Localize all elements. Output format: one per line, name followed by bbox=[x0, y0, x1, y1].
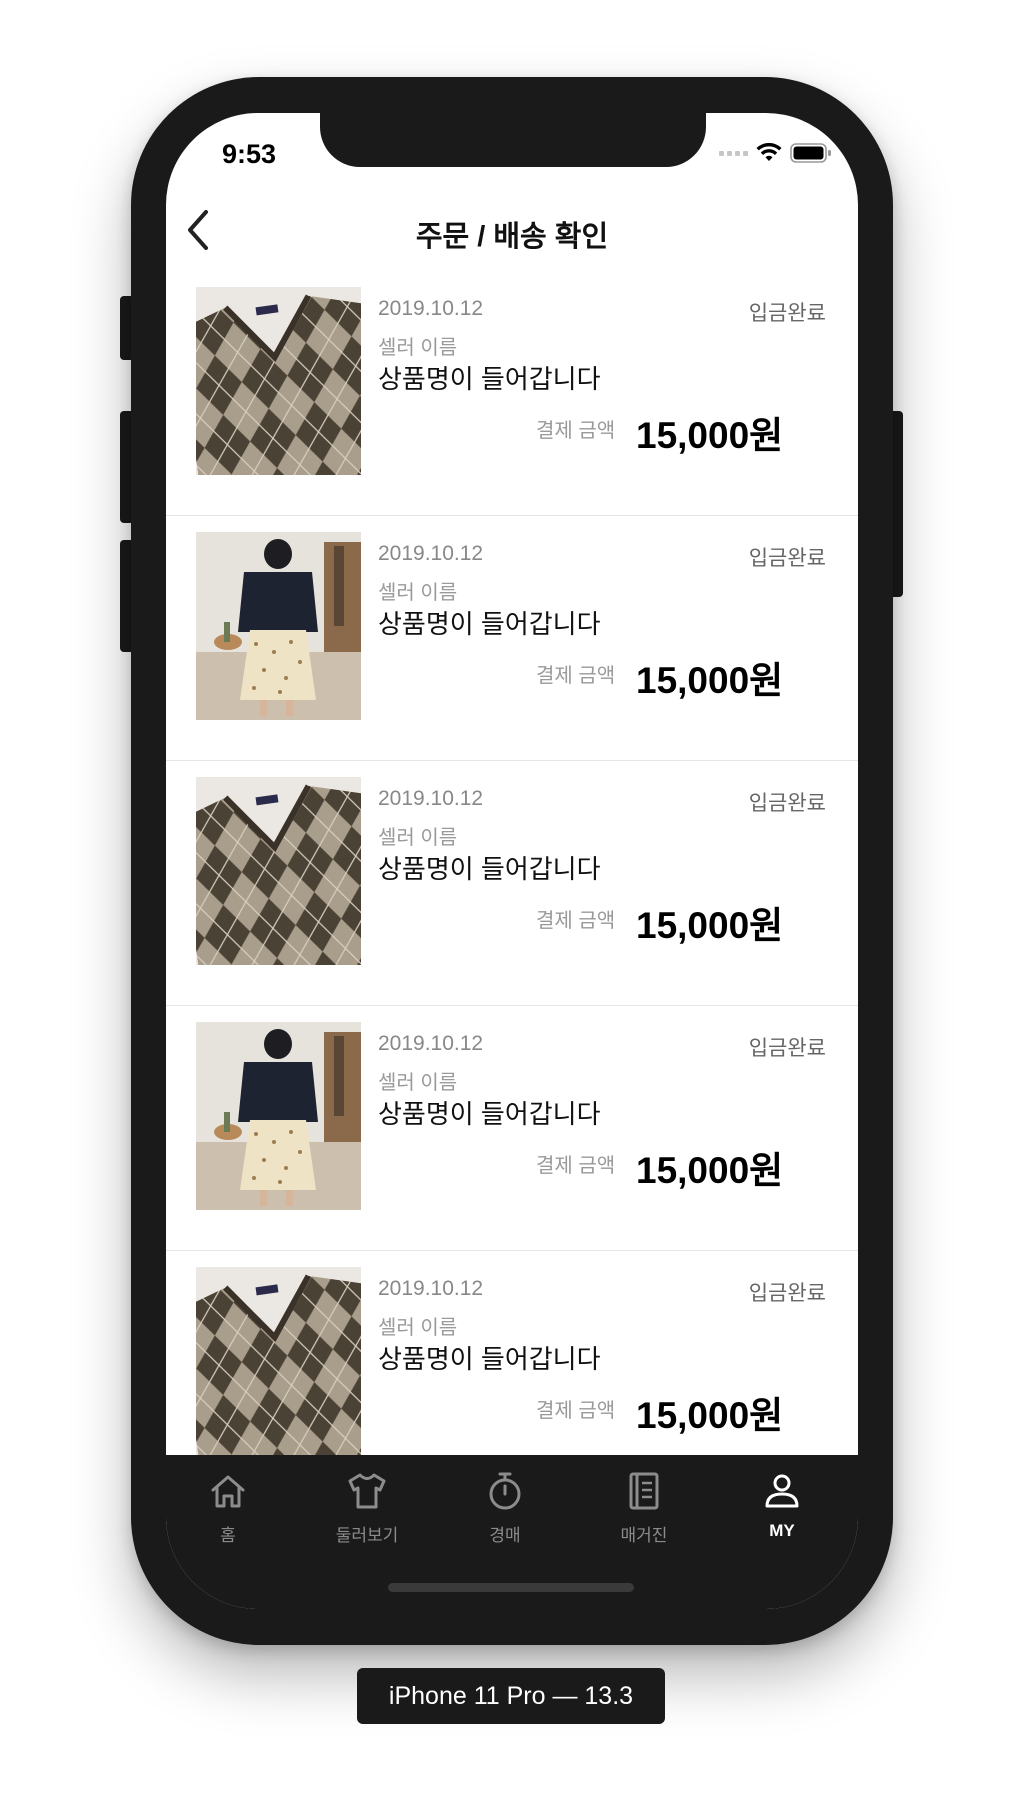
tab-browse[interactable]: 둘러보기 bbox=[307, 1469, 427, 1559]
product-name: 상품명이 들어갑니다 bbox=[378, 854, 601, 884]
tab-label: 경매 bbox=[489, 1526, 521, 1545]
tab-my[interactable]: MY bbox=[722, 1469, 842, 1559]
payment-label: 결제 금액 bbox=[536, 420, 616, 442]
payment-label: 결제 금액 bbox=[536, 665, 616, 687]
device-notch bbox=[320, 113, 706, 167]
seller-name: 셀러 이름 bbox=[378, 337, 458, 359]
product-name: 상품명이 들어갑니다 bbox=[378, 1099, 601, 1129]
status-time: 9:53 bbox=[222, 139, 277, 169]
order-date: 2019.10.12 bbox=[378, 1277, 484, 1300]
order-date: 2019.10.12 bbox=[378, 1032, 484, 1055]
payment-amount: 15,000원 bbox=[636, 1150, 784, 1191]
order-item[interactable]: 2019.10.12 입금완료 셀러 이름 상품명이 들어갑니다 결제 금액 1… bbox=[166, 761, 858, 1006]
magazine-icon bbox=[622, 1469, 666, 1513]
seller-name: 셀러 이름 bbox=[378, 1317, 458, 1339]
product-name: 상품명이 들어갑니다 bbox=[378, 1344, 601, 1374]
order-date: 2019.10.12 bbox=[378, 297, 484, 320]
payment-label: 결제 금액 bbox=[536, 1155, 616, 1177]
home-indicator[interactable] bbox=[388, 1583, 634, 1592]
order-status: 입금완료 bbox=[748, 1282, 826, 1305]
product-thumbnail-outfit bbox=[196, 1022, 361, 1210]
app-screen: 9:53 주문 / 배송 확인 2019.10.12 입금완료 셀러 이름 상품… bbox=[166, 113, 858, 1609]
payment-amount: 15,000원 bbox=[636, 1395, 784, 1436]
seller-name: 셀러 이름 bbox=[378, 582, 458, 604]
payment-label: 결제 금액 bbox=[536, 910, 616, 932]
payment-amount: 15,000원 bbox=[636, 905, 784, 946]
product-thumbnail-sweater bbox=[196, 777, 361, 965]
status-icons bbox=[719, 143, 832, 163]
order-date: 2019.10.12 bbox=[378, 542, 484, 565]
tshirt-icon bbox=[345, 1469, 389, 1513]
battery-icon bbox=[790, 143, 831, 163]
tab-label: 매거진 bbox=[620, 1526, 668, 1545]
home-icon bbox=[206, 1469, 250, 1513]
product-thumbnail-outfit bbox=[196, 532, 361, 720]
page-title: 주문 / 배송 확인 bbox=[415, 221, 609, 253]
product-thumbnail-sweater bbox=[196, 287, 361, 475]
order-status: 입금완료 bbox=[748, 302, 826, 325]
order-item[interactable]: 2019.10.12 입금완료 셀러 이름 상품명이 들어갑니다 결제 금액 1… bbox=[166, 1006, 858, 1251]
simulator-stage: 9:53 주문 / 배송 확인 2019.10.12 입금완료 셀러 이름 상품… bbox=[0, 0, 1024, 1796]
navigation-header: 주문 / 배송 확인 bbox=[166, 199, 858, 261]
tab-magazine[interactable]: 매거진 bbox=[584, 1469, 704, 1559]
tab-label: MY bbox=[769, 1521, 795, 1540]
seller-name: 셀러 이름 bbox=[378, 1072, 458, 1094]
order-item[interactable]: 2019.10.12 입금완료 셀러 이름 상품명이 들어갑니다 결제 금액 1… bbox=[166, 516, 858, 761]
order-item[interactable]: 2019.10.12 입금완료 셀러 이름 상품명이 들어갑니다 결제 금액 1… bbox=[166, 271, 858, 516]
phone-screen: 9:53 주문 / 배송 확인 2019.10.12 입금완료 셀러 이름 상품… bbox=[166, 113, 858, 1609]
device-caption: iPhone 11 Pro — 13.3 bbox=[357, 1668, 665, 1724]
seller-name: 셀러 이름 bbox=[378, 827, 458, 849]
tab-auction[interactable]: 경매 bbox=[445, 1469, 565, 1559]
payment-label: 결제 금액 bbox=[536, 1400, 616, 1422]
product-name: 상품명이 들어갑니다 bbox=[378, 609, 601, 639]
order-status: 입금완료 bbox=[748, 547, 826, 570]
payment-amount: 15,000원 bbox=[636, 660, 784, 701]
signal-dots-icon bbox=[719, 150, 748, 156]
order-status: 입금완료 bbox=[748, 1037, 826, 1060]
tab-label: 홈 bbox=[220, 1526, 236, 1545]
order-status: 입금완료 bbox=[748, 792, 826, 815]
tab-label: 둘러보기 bbox=[335, 1526, 399, 1545]
person-icon bbox=[760, 1469, 804, 1513]
order-list[interactable]: 2019.10.12 입금완료 셀러 이름 상품명이 들어갑니다 결제 금액 1… bbox=[166, 271, 858, 1571]
stopwatch-icon bbox=[483, 1469, 527, 1513]
order-date: 2019.10.12 bbox=[378, 787, 484, 810]
tab-home[interactable]: 홈 bbox=[168, 1469, 288, 1559]
payment-amount: 15,000원 bbox=[636, 415, 784, 456]
product-name: 상품명이 들어갑니다 bbox=[378, 364, 601, 394]
product-thumbnail-sweater bbox=[196, 1267, 361, 1455]
wifi-icon bbox=[756, 143, 782, 161]
